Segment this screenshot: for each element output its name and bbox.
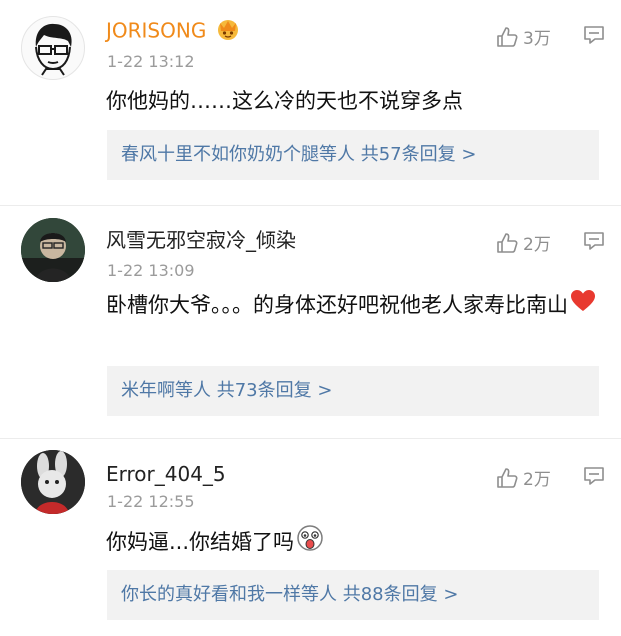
timestamp: 1-22 13:12 [107,52,195,71]
shocked-face-icon [296,524,324,562]
comment-text: 卧槽你大爷。。。的身体还好吧祝他老人家寿比南山 [106,288,606,323]
vip-crown-icon [215,17,241,47]
red-heart-icon [570,289,596,323]
reply-button[interactable] [583,231,605,255]
like-count: 2万 [523,235,551,255]
comment-text-content: 卧槽你大爷。。。的身体还好吧祝他老人家寿比南山 [106,293,568,317]
reply-button[interactable] [583,466,605,490]
like-button[interactable]: 3万 [496,24,551,49]
replies-summary-link[interactable]: 你长的真好看和我一样等人 共88条回复 > [107,570,599,620]
username[interactable]: Error_404_5 [106,461,226,487]
thumbs-up-icon [497,467,518,488]
replies-summary-link[interactable]: 米年啊等人 共73条回复 > [107,366,599,416]
comment-text: 你妈逼...你结婚了吗 [106,524,606,562]
user-photo-icon [21,450,85,514]
avatar[interactable] [21,218,85,282]
like-count: 2万 [523,470,551,490]
comment-text: 你他妈的……这么冷的天也不说穿多点 [106,89,463,113]
avatar[interactable] [21,16,85,80]
comment-text-content: 你妈逼...你结婚了吗 [106,530,295,554]
thumbs-up-icon [497,26,518,47]
like-button[interactable]: 2万 [496,230,551,255]
username[interactable]: 风雪无邪空寂冷_倾染 [106,227,296,253]
comment-bubble-icon [584,26,604,44]
comment-item: Error_404_5 1-22 12:55 2万 你妈逼...你结婚了吗 你长… [0,439,621,636]
thumbs-up-icon [497,232,518,253]
cartoon-face-icon [35,23,72,76]
comment-item: JORISONG 1-22 13:12 3万 你他妈的……这么冷的天也不说穿多点… [0,0,621,205]
username-text[interactable]: JORISONG [106,19,206,43]
avatar[interactable] [21,450,85,514]
timestamp: 1-22 13:09 [107,261,195,280]
timestamp: 1-22 12:55 [107,492,195,511]
like-button[interactable]: 2万 [496,465,551,490]
reply-button[interactable] [583,25,605,49]
comment-bubble-icon [584,232,604,250]
replies-summary-link[interactable]: 春风十里不如你奶奶个腿等人 共57条回复 > [107,130,599,180]
like-count: 3万 [523,29,551,49]
comment-item: 风雪无邪空寂冷_倾染 1-22 13:09 2万 卧槽你大爷。。。的身体还好吧祝… [0,206,621,438]
username[interactable]: JORISONG [106,17,241,47]
comment-bubble-icon [584,467,604,485]
user-photo-icon [21,218,85,282]
